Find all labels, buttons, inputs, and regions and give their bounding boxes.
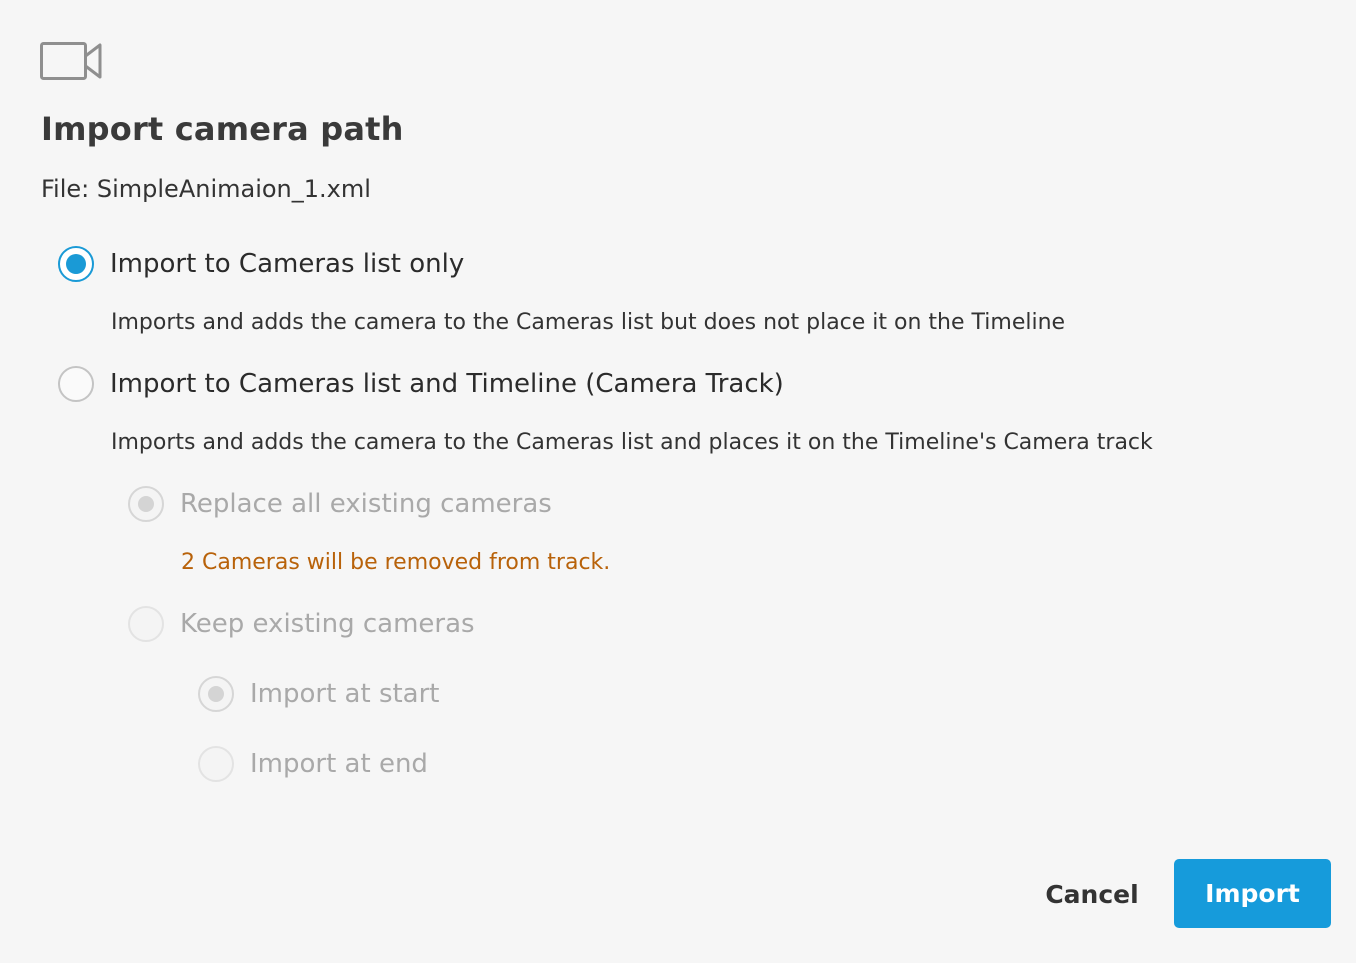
file-name-label: File: SimpleAnimaion_1.xml bbox=[41, 175, 371, 203]
option-cameras-list-only-label: Import to Cameras list only bbox=[110, 249, 465, 279]
radio-import-at-start bbox=[198, 676, 234, 712]
cameras-removed-warning: 2 Cameras will be removed from track. bbox=[181, 550, 611, 575]
radio-import-at-end bbox=[198, 746, 234, 782]
radio-cameras-list-only[interactable] bbox=[58, 246, 94, 282]
import-camera-path-dialog: Import camera path File: SimpleAnimaion_… bbox=[0, 0, 1356, 963]
option-replace-all-cameras: Replace all existing cameras bbox=[128, 486, 552, 522]
option-import-at-start: Import at start bbox=[198, 676, 440, 712]
option-cameras-list-and-timeline-label: Import to Cameras list and Timeline (Cam… bbox=[110, 369, 784, 399]
option-cameras-list-and-timeline[interactable]: Import to Cameras list and Timeline (Cam… bbox=[58, 366, 784, 402]
option-keep-existing-cameras-label: Keep existing cameras bbox=[180, 609, 475, 639]
option-import-at-end-label: Import at end bbox=[250, 749, 428, 779]
dialog-title: Import camera path bbox=[41, 110, 404, 148]
radio-cameras-list-and-timeline[interactable] bbox=[58, 366, 94, 402]
radio-keep-existing-cameras bbox=[128, 606, 164, 642]
option-cameras-list-and-timeline-description: Imports and adds the camera to the Camer… bbox=[111, 430, 1153, 455]
cancel-button[interactable]: Cancel bbox=[1028, 860, 1156, 928]
radio-replace-all-cameras bbox=[128, 486, 164, 522]
option-import-at-start-label: Import at start bbox=[250, 679, 440, 709]
option-import-at-end: Import at end bbox=[198, 746, 428, 782]
option-cameras-list-only[interactable]: Import to Cameras list only bbox=[58, 246, 464, 282]
import-button[interactable]: Import bbox=[1174, 859, 1331, 928]
option-cameras-list-only-description: Imports and adds the camera to the Camer… bbox=[111, 310, 1066, 335]
option-replace-all-cameras-label: Replace all existing cameras bbox=[180, 489, 552, 519]
video-camera-icon bbox=[40, 42, 102, 80]
option-keep-existing-cameras: Keep existing cameras bbox=[128, 606, 475, 642]
